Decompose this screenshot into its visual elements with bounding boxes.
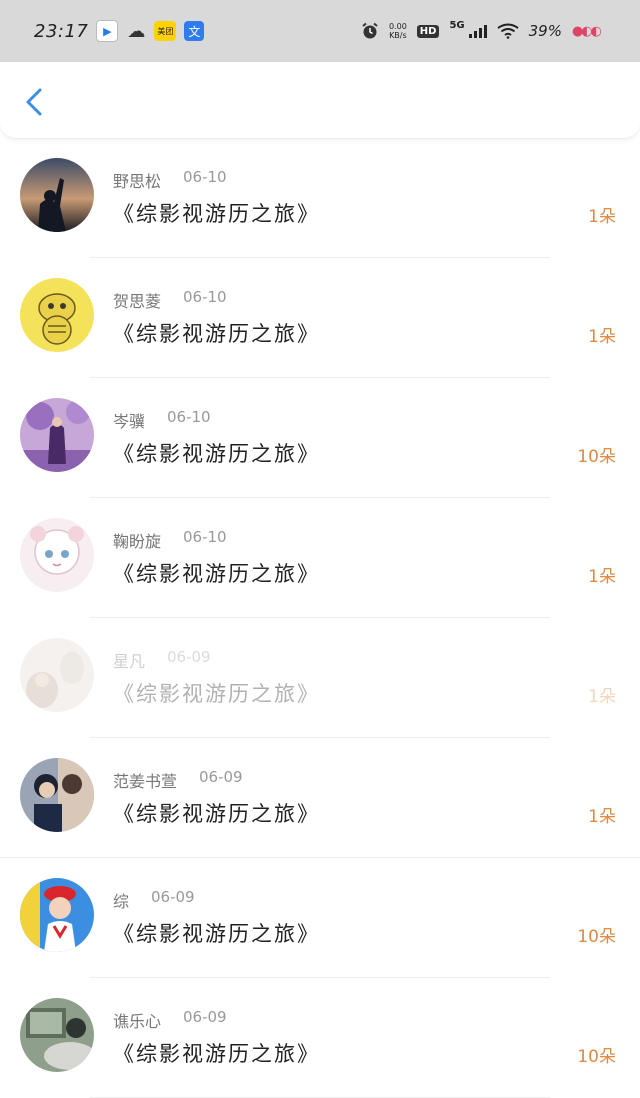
list-item[interactable]: 星凡 06-09 《综影视游历之旅》 1朵	[0, 618, 640, 738]
battery-percent: 39%	[528, 22, 562, 40]
book-title: 《综影视游历之旅》	[113, 1042, 320, 1066]
sender-line: 贺思菱 06-10	[113, 288, 227, 312]
gift-date: 06-10	[183, 168, 227, 186]
avatar[interactable]	[20, 158, 94, 232]
list-item[interactable]: 范姜书萱 06-09 《综影视游历之旅》 1朵	[0, 738, 640, 858]
avatar[interactable]	[20, 278, 94, 352]
sender-line: 星凡 06-09	[113, 648, 211, 672]
avatar[interactable]	[20, 878, 94, 952]
flower-count: 10朵	[577, 447, 616, 467]
battery-icon: ●◐◐	[571, 23, 602, 39]
sender-line: 野思松 06-10	[113, 168, 227, 192]
sender-name: 范姜书萱	[113, 772, 178, 791]
list-item[interactable]: 岑骥 06-10 《综影视游历之旅》 10朵	[0, 378, 640, 498]
list-item[interactable]: 鞠盼旋 06-10 《综影视游历之旅》 1朵	[0, 498, 640, 618]
avatar[interactable]	[20, 758, 94, 832]
book-title: 《综影视游历之旅》	[113, 202, 320, 226]
sender-line: 谯乐心 06-09	[113, 1008, 227, 1032]
book-title: 《综影视游历之旅》	[113, 442, 320, 466]
flower-count: 1朵	[588, 567, 616, 587]
gift-date: 06-09	[183, 1008, 227, 1026]
gift-date: 06-09	[199, 768, 243, 786]
book-title: 《综影视游历之旅》	[113, 562, 320, 586]
sender-line: 鞠盼旋 06-10	[113, 528, 227, 552]
sender-name: 贺思菱	[113, 292, 162, 311]
top-nav-bar	[0, 62, 640, 139]
flower-count: 1朵	[588, 687, 616, 707]
list-item[interactable]: 野思松 06-10 《综影视游历之旅》 1朵	[0, 138, 640, 258]
avatar[interactable]	[20, 398, 94, 472]
net-speed-unit: KB/s	[389, 31, 407, 40]
status-time: 23:17	[34, 20, 89, 42]
back-icon[interactable]	[20, 82, 50, 122]
status-bar: 23:17 ▶ ☁ 美团 文 0.00 KB/s HD 5G 39% ●◐◐	[0, 0, 640, 62]
book-title: 《综影视游历之旅》	[113, 322, 320, 346]
gift-date: 06-10	[183, 528, 227, 546]
gift-date: 06-09	[151, 888, 195, 906]
gift-record-list: 野思松 06-10 《综影视游历之旅》 1朵 贺思菱 06-10 《综影视游历之…	[0, 138, 640, 1098]
signal-icon	[468, 24, 487, 38]
tencent-video-icon: ▶	[96, 20, 119, 42]
gift-date: 06-09	[167, 648, 211, 666]
sender-line: 综 06-09	[113, 888, 195, 912]
network-type: 5G	[449, 20, 465, 31]
sender-name: 综	[113, 892, 130, 911]
sender-name: 谯乐心	[113, 1012, 162, 1031]
list-item[interactable]: 谯乐心 06-09 《综影视游历之旅》 10朵	[0, 978, 640, 1098]
translate-icon: 文	[184, 21, 205, 41]
status-indicators: 0.00 KB/s HD 5G 39% ●◐◐	[361, 0, 602, 62]
wifi-icon	[497, 23, 519, 39]
wechat-icon: ☁	[127, 20, 146, 42]
avatar[interactable]	[20, 638, 94, 712]
flower-count: 1朵	[588, 807, 616, 827]
flower-count: 10朵	[577, 927, 616, 947]
gift-date: 06-10	[183, 288, 227, 306]
avatar[interactable]	[20, 998, 94, 1072]
alarm-icon	[362, 22, 378, 39]
list-item[interactable]: 贺思菱 06-10 《综影视游历之旅》 1朵	[0, 258, 640, 378]
meituan-icon: 美团	[154, 21, 177, 41]
sender-line: 范姜书萱 06-09	[113, 768, 243, 792]
flower-count: 1朵	[588, 327, 616, 347]
sender-name: 鞠盼旋	[113, 532, 162, 551]
net-speed-value: 0.00	[388, 22, 407, 31]
sender-line: 岑骥 06-10	[113, 408, 211, 432]
sender-name: 岑骥	[113, 412, 146, 431]
avatar[interactable]	[20, 518, 94, 592]
flower-count: 10朵	[577, 1047, 616, 1067]
book-title: 《综影视游历之旅》	[113, 802, 320, 826]
gift-date: 06-10	[167, 408, 211, 426]
sender-name: 野思松	[113, 172, 162, 191]
flower-count: 1朵	[588, 207, 616, 227]
book-title: 《综影视游历之旅》	[113, 682, 320, 706]
book-title: 《综影视游历之旅》	[113, 922, 320, 946]
list-item[interactable]: 综 06-09 《综影视游历之旅》 10朵	[0, 858, 640, 978]
hd-badge: HD	[416, 24, 440, 38]
net-speed: 0.00 KB/s	[389, 22, 407, 40]
sender-name: 星凡	[113, 652, 146, 671]
